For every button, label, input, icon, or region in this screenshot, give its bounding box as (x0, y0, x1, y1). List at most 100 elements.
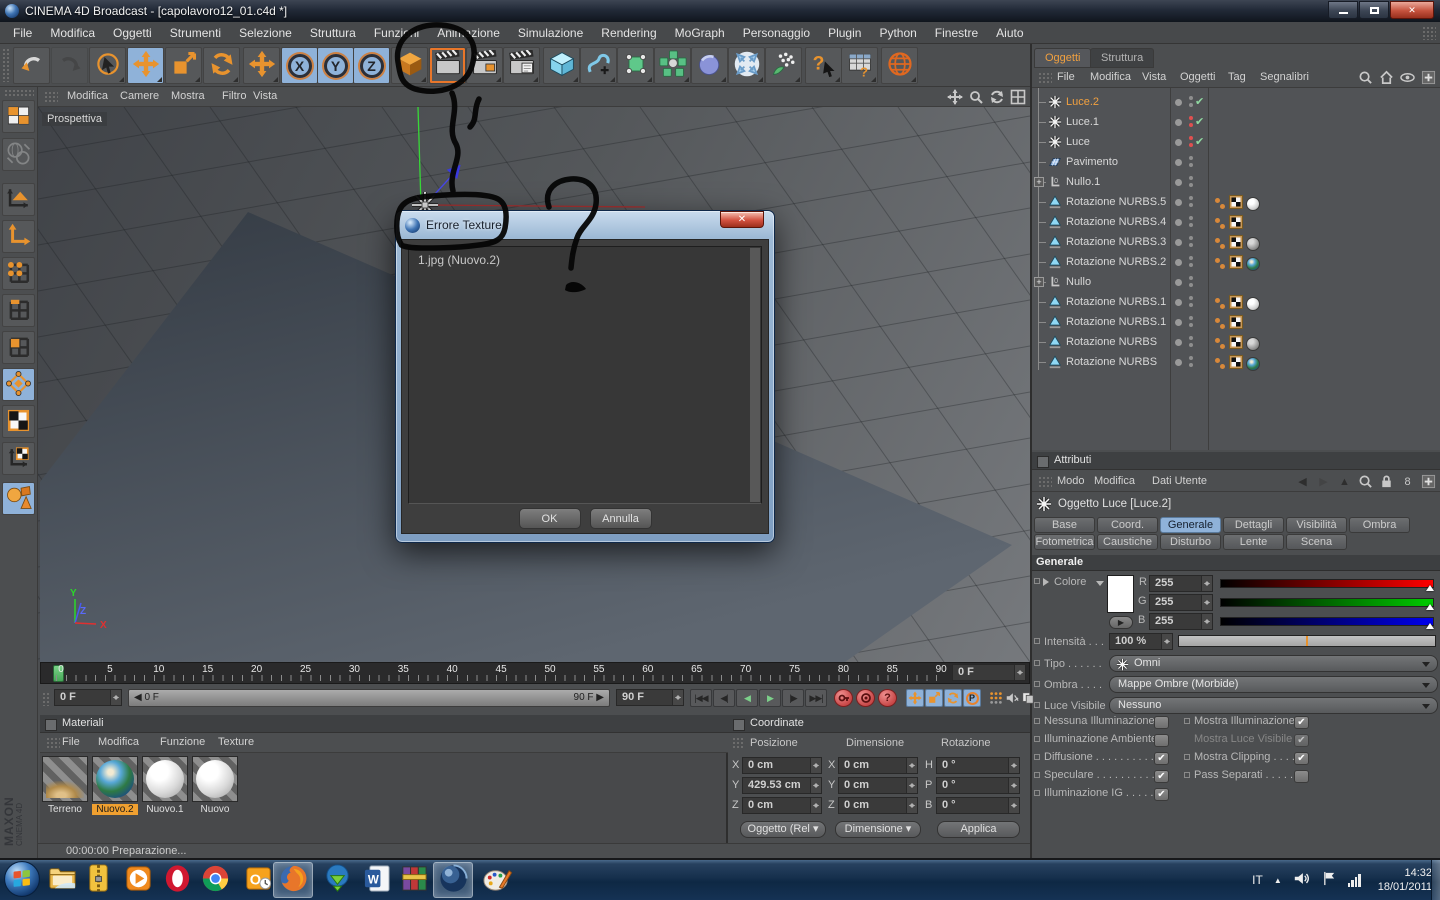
timeline-range-slider[interactable]: ◀ 0 F 90 F ▶ (128, 689, 610, 707)
globe-button[interactable] (881, 47, 918, 84)
material-item[interactable]: Terreno (42, 756, 90, 815)
move-locked-button[interactable] (243, 47, 280, 84)
home-icon[interactable] (1379, 70, 1394, 85)
material-gray-tag[interactable] (1246, 236, 1260, 251)
dialog-scrollbar[interactable] (750, 248, 760, 502)
orange-dots-tag[interactable] (1215, 317, 1226, 331)
clock[interactable]: 14:32 18/01/2011 (1378, 866, 1432, 894)
step-forward-button[interactable]: |▶ (782, 689, 804, 707)
object-row[interactable]: Rotazione NURBS.3 (1032, 232, 1440, 252)
intensity-slider[interactable] (1178, 635, 1436, 647)
undo-button[interactable] (13, 47, 50, 84)
menu-struttura[interactable]: Struttura (301, 23, 365, 43)
object-manager-grip[interactable] (1038, 72, 1052, 84)
object-name[interactable]: Luce.2 (1066, 96, 1099, 108)
snap-button[interactable] (2, 482, 35, 515)
layer-dot-icon[interactable] (1175, 99, 1182, 106)
editor-visibility-dot[interactable] (1189, 96, 1193, 100)
use-camera-button[interactable] (2, 138, 35, 171)
r-slider[interactable] (1220, 579, 1434, 591)
object-row[interactable]: +0 Nullo (1032, 272, 1440, 292)
render-visibility-dot[interactable] (1189, 243, 1193, 247)
editor-visibility-dot[interactable] (1189, 136, 1193, 140)
checkbox[interactable]: ✔ (1154, 752, 1169, 765)
viewport-menu-modifica[interactable]: Modifica (67, 90, 108, 102)
hypernurbs-button[interactable] (617, 47, 654, 84)
tab-base[interactable]: Base (1034, 517, 1095, 533)
render-visibility-dot[interactable] (1189, 343, 1193, 347)
om-menu-segnalibri[interactable]: Segnalibri (1260, 71, 1309, 83)
editor-visibility-dot[interactable] (1189, 316, 1193, 320)
tab-visibilità[interactable]: Visibilità (1286, 517, 1347, 533)
texture-tag[interactable] (1229, 195, 1243, 212)
object-row[interactable]: Luce ✔ (1032, 132, 1440, 152)
checkbox[interactable]: ✔ (1294, 734, 1309, 747)
rotate-button[interactable] (203, 47, 240, 84)
materials-menu-funzione[interactable]: Funzione (160, 736, 205, 748)
forward-icon[interactable]: ▶ (1316, 474, 1331, 489)
render-settings-button[interactable] (503, 47, 540, 84)
menu-simulazione[interactable]: Simulazione (509, 23, 592, 43)
menu-strumenti[interactable]: Strumenti (161, 23, 230, 43)
key-rotate-button[interactable] (944, 689, 962, 707)
vp-toggle-icon[interactable] (1010, 89, 1026, 105)
texture-mode-button[interactable] (2, 405, 35, 438)
material-thumbnail-white[interactable] (192, 756, 238, 802)
dim-x-field[interactable]: 0 cm (838, 757, 918, 774)
render-view-button[interactable] (429, 47, 466, 84)
download-manager-taskbar-button[interactable] (317, 862, 357, 898)
tipo-dropdown[interactable]: Omni (1109, 655, 1438, 672)
attr-menu-dati-utente[interactable]: Dati Utente (1152, 475, 1207, 487)
points-mode-button[interactable] (2, 257, 35, 290)
rot-h-field[interactable]: 0 ° (936, 757, 1020, 774)
texture-tag[interactable] (1229, 295, 1243, 312)
render-visibility-dot[interactable] (1189, 263, 1193, 267)
layer-dot-icon[interactable] (1175, 259, 1182, 266)
cinema4d-taskbar-button[interactable] (433, 862, 473, 898)
cancel-button[interactable]: Annulla (589, 508, 652, 529)
dialog-titlebar[interactable]: Errore Texture (401, 211, 769, 239)
render-visibility-dot[interactable] (1189, 203, 1193, 207)
render-visibility-dot[interactable] (1189, 123, 1193, 127)
record-position-button[interactable] (834, 689, 853, 707)
size-mode-dropdown[interactable]: Dimensione ▾ (835, 821, 921, 838)
menu-oggetti[interactable]: Oggetti (104, 23, 161, 43)
color-mode-dropdown-icon[interactable] (1096, 581, 1104, 590)
editor-visibility-dot[interactable] (1189, 336, 1193, 340)
menu-animazione[interactable]: Animazione (428, 23, 509, 43)
model-mode-button[interactable] (2, 183, 35, 216)
tray-expand-icon[interactable]: ▲ (1274, 876, 1282, 885)
layer-dot-icon[interactable] (1175, 219, 1182, 226)
help-button[interactable]: ? (805, 47, 842, 84)
render-visibility-dot[interactable] (1189, 323, 1193, 327)
key-scale-button[interactable] (925, 689, 943, 707)
step-back-button[interactable]: ◀| (713, 689, 735, 707)
record-active-button[interactable] (856, 689, 875, 707)
play-forward-button[interactable]: ▶ (759, 689, 781, 707)
current-frame-field[interactable]: 0 F (952, 664, 1026, 681)
layer-dot-icon[interactable] (1175, 179, 1182, 186)
object-name[interactable]: Rotazione NURBS (1066, 336, 1157, 348)
pos-x-field[interactable]: 0 cm (742, 757, 822, 774)
material-earth-tag[interactable] (1246, 356, 1260, 371)
object-row[interactable]: Rotazione NURBS.2 (1032, 252, 1440, 272)
range-end-field[interactable]: 90 F (616, 689, 684, 706)
checkbox[interactable] (1294, 770, 1309, 783)
skip-start-button[interactable]: |◀◀ (690, 689, 712, 707)
axis-y-button[interactable]: Y (317, 47, 354, 84)
spline-button[interactable] (580, 47, 617, 84)
viewport-camera-label[interactable]: Prospettiva (42, 112, 108, 126)
doc-button[interactable] (1020, 689, 1036, 707)
object-row[interactable]: Luce.2 ✔ (1032, 92, 1440, 112)
tab-caustiche[interactable]: Caustiche (1097, 534, 1158, 550)
media-player-taskbar-button[interactable] (118, 862, 158, 898)
play-backward-button[interactable]: ◀ (736, 689, 758, 707)
object-name[interactable]: Rotazione NURBS.1 (1066, 316, 1166, 328)
object-row[interactable]: Rotazione NURBS.4 (1032, 212, 1440, 232)
checkbox[interactable] (1154, 734, 1169, 747)
orange-dots-tag[interactable] (1215, 237, 1226, 251)
texture-axis-button[interactable] (2, 442, 35, 475)
ok-button[interactable]: OK (518, 508, 581, 529)
expand-arrow-icon[interactable] (1043, 578, 1053, 586)
word-taskbar-button[interactable]: W (357, 862, 397, 898)
